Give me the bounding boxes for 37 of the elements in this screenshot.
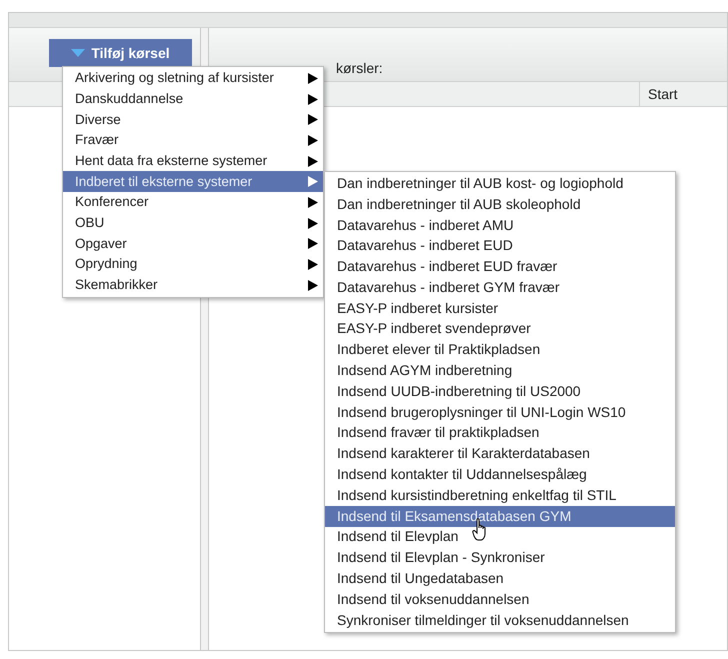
menu-item[interactable]: Indsend til voksenuddannelsen — [325, 588, 675, 610]
menu-item[interactable]: Danskuddannelse — [63, 88, 323, 110]
menu-item[interactable]: OBU — [63, 212, 323, 234]
runs-label: kørsler: — [336, 59, 383, 78]
menu-item[interactable]: Dan indberetninger til AUB skoleophold — [325, 194, 675, 215]
menu-item[interactable]: Indsend til Ungedatabasen — [325, 568, 675, 589]
menu-item[interactable]: Opgaver — [63, 234, 323, 254]
menu-item[interactable]: Indsend kursistindberetning enkeltfag til STIL — [325, 484, 675, 506]
menu-item[interactable]: Indsend karakterer til Karakterdatabasen — [325, 443, 675, 464]
menu-item[interactable]: Oprydning — [63, 254, 323, 275]
menu-item[interactable]: Synkroniser tilmeldinger til voksenuddannelsen — [325, 610, 675, 631]
menu-item[interactable]: Indsend brugeroplysninger til UNI-Login WS10 — [325, 402, 675, 423]
menu-item[interactable]: Indsend fravær til praktikpladsen — [325, 422, 675, 444]
menu-item[interactable]: Dan indberetninger til AUB kost- og logiophold — [325, 173, 675, 194]
menu-item[interactable]: Fravær — [63, 130, 323, 151]
menu-item[interactable]: Indsend til Eksamensdatabasen GYM — [325, 506, 675, 527]
menu-item[interactable]: Indsend til Elevplan - Synkroniser — [325, 547, 675, 568]
menu-item[interactable]: Diverse — [63, 109, 323, 130]
menu-item[interactable]: Konferencer — [63, 192, 323, 213]
column-header[interactable]: Start — [639, 82, 727, 106]
add-run-button[interactable]: Tilføj kørsel — [49, 39, 192, 67]
menu-item[interactable]: Datavarehus - indberet AMU — [325, 214, 675, 236]
menu-item[interactable]: Indsend AGYM indberetning — [325, 360, 675, 381]
caret-icon — [71, 49, 86, 57]
menu-item[interactable]: Arkivering og sletning af kursister — [63, 68, 323, 89]
menu-item[interactable]: Datavarehus - indberet EUD fravær — [325, 256, 675, 277]
menu-item[interactable]: Hent data fra eksterne systemer — [63, 150, 323, 172]
menu-item[interactable]: EASY-P indberet kursister — [325, 298, 675, 319]
menu-item[interactable]: Datavarehus - indberet GYM fravær — [325, 276, 675, 298]
menu-item[interactable]: Indberet elever til Praktikpladsen — [325, 339, 675, 360]
menu-item[interactable]: Indsend til Elevplan — [325, 526, 675, 548]
menu-item[interactable]: Indsend kontakter til Uddannelsespålæg — [325, 464, 675, 485]
menu-item[interactable]: Indsend UUDB-indberetning til US2000 — [325, 380, 675, 402]
menu-item[interactable]: EASY-P indberet svendeprøver — [325, 318, 675, 340]
menu-item[interactable]: Indberet til eksterne systemer — [63, 171, 323, 192]
menu-item[interactable]: Datavarehus - indberet EUD — [325, 235, 675, 256]
menu-item[interactable]: Skemabrikker — [63, 274, 323, 296]
